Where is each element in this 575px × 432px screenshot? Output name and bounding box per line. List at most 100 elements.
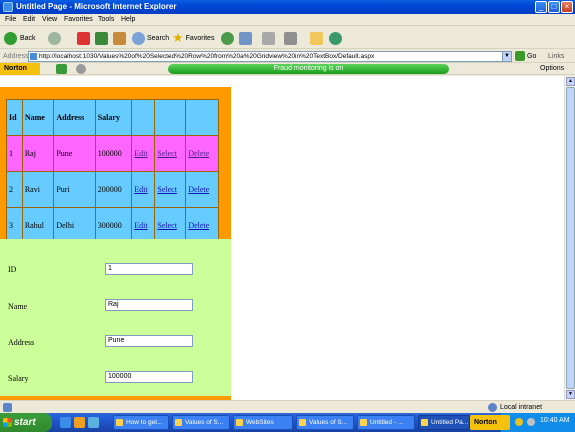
go-arrow-icon <box>515 51 525 61</box>
taskbar-item[interactable]: Untitled - ... <box>357 415 415 430</box>
search-label: Search <box>147 34 170 42</box>
table-row: 2 Ravi Puri 200000 Edit Select Delete <box>6 171 219 208</box>
close-button[interactable]: × <box>561 1 573 13</box>
minimize-button[interactable]: _ <box>535 1 547 13</box>
folder-button[interactable] <box>310 30 323 46</box>
stop-button[interactable] <box>77 30 90 46</box>
tray-norton-icon[interactable] <box>515 418 523 426</box>
back-label: Back <box>20 34 36 42</box>
delete-link[interactable]: Delete <box>188 149 209 158</box>
select-link[interactable]: Select <box>157 185 177 194</box>
header-salary: Salary <box>94 99 133 136</box>
header-id: Id <box>6 99 23 136</box>
mail-button[interactable] <box>239 30 252 46</box>
norton-globe-icon[interactable] <box>76 64 86 74</box>
address-label: Address <box>8 338 35 347</box>
address-textbox[interactable]: Pune <box>105 335 193 347</box>
maximize-button[interactable]: □ <box>548 1 560 13</box>
fraud-monitoring-status: Fraud monitoring is on <box>168 64 449 74</box>
status-bar: Local intranet <box>0 400 575 413</box>
toolbar: Back Search ★ Favorites <box>0 27 575 49</box>
select-link[interactable]: Select <box>157 149 177 158</box>
edit-page-button[interactable] <box>284 30 297 46</box>
zone-label: Local intranet <box>500 404 543 411</box>
home-icon <box>113 31 126 45</box>
details-panel: ID 1 Name Raj Address Pune Salary 100000 <box>0 239 231 400</box>
cell-salary: 200000 <box>94 171 133 208</box>
id-label: ID <box>8 265 17 274</box>
taskbar-item[interactable]: How to get... <box>113 415 169 430</box>
firefox-quicklaunch-icon[interactable] <box>74 417 85 428</box>
page-icon <box>30 53 37 60</box>
header-select <box>154 99 187 136</box>
back-button[interactable]: Back <box>4 30 36 46</box>
edit-link[interactable]: Edit <box>134 185 147 194</box>
cell-name: Raj <box>21 135 55 172</box>
scroll-up-icon[interactable]: ▲ <box>566 77 575 86</box>
name-textbox[interactable]: Raj <box>105 299 193 311</box>
search-icon <box>132 31 145 45</box>
links-button[interactable]: Links <box>548 53 564 60</box>
print-button[interactable] <box>262 30 275 46</box>
menu-tools[interactable]: Tools <box>98 16 114 23</box>
select-link[interactable]: Select <box>157 221 177 230</box>
start-button[interactable]: start <box>0 413 52 432</box>
menu-edit[interactable]: Edit <box>23 16 35 23</box>
edit-link[interactable]: Edit <box>134 149 147 158</box>
cell-address: Puri <box>53 171 96 208</box>
go-button[interactable]: Go <box>515 51 536 61</box>
taskbar-item-active[interactable]: Untitled Pa... <box>418 415 470 430</box>
messenger-icon <box>329 31 342 45</box>
url-text: http://localhost:1030/Values%20of%20Sele… <box>39 53 375 60</box>
menu-help[interactable]: Help <box>121 16 135 23</box>
taskbar-item[interactable]: Values of S... <box>296 415 354 430</box>
history-icon <box>221 31 234 45</box>
clock: 10:40 AM <box>540 417 570 424</box>
back-arrow-icon <box>4 31 17 45</box>
intranet-icon <box>488 403 497 412</box>
menu-bar: File Edit View Favorites Tools Help <box>0 14 575 26</box>
taskbar-item[interactable]: Values of S... <box>172 415 230 430</box>
menu-view[interactable]: View <box>42 16 57 23</box>
taskbar-item[interactable]: WebSites <box>233 415 293 430</box>
menu-file[interactable]: File <box>5 16 16 23</box>
favorites-button[interactable]: ★ Favorites <box>172 30 214 46</box>
stop-icon <box>77 31 90 45</box>
tray-volume-icon[interactable] <box>527 418 535 426</box>
home-button[interactable] <box>113 30 126 46</box>
edit-link[interactable]: Edit <box>134 221 147 230</box>
messenger-button[interactable] <box>329 30 342 46</box>
header-address: Address <box>53 99 96 136</box>
salary-textbox[interactable]: 100000 <box>105 371 193 383</box>
refresh-button[interactable] <box>95 30 108 46</box>
menu-favorites[interactable]: Favorites <box>64 16 93 23</box>
folder-icon <box>310 31 323 45</box>
delete-link[interactable]: Delete <box>188 185 209 194</box>
print-icon <box>262 31 275 45</box>
ie-quicklaunch-icon[interactable] <box>60 417 71 428</box>
id-textbox[interactable]: 1 <box>105 263 193 275</box>
forward-arrow-icon <box>48 31 61 45</box>
norton-toolbar: Norton Fraud monitoring is on Options <box>0 63 575 75</box>
cell-salary: 100000 <box>94 135 133 172</box>
star-icon: ★ <box>172 30 184 45</box>
norton-logo[interactable]: Norton <box>0 63 40 75</box>
address-label: Address <box>3 53 29 60</box>
search-button[interactable]: Search <box>132 30 169 46</box>
norton-options-menu[interactable]: Options <box>540 65 564 72</box>
scroll-thumb[interactable] <box>566 87 575 389</box>
delete-link[interactable]: Delete <box>188 221 209 230</box>
employee-gridview: Id Name Address Salary 1 Raj Pune 100000… <box>6 99 219 244</box>
history-button[interactable] <box>221 30 234 46</box>
norton-safe-icon[interactable] <box>56 64 67 74</box>
address-bar: Address http://localhost:1030/Values%20o… <box>0 50 575 63</box>
norton-taskbar-button[interactable]: Norton <box>470 415 510 430</box>
vertical-scrollbar[interactable]: ▲ ▼ <box>564 76 575 400</box>
forward-button[interactable] <box>48 30 61 46</box>
desktop-quicklaunch-icon[interactable] <box>88 417 99 428</box>
scroll-down-icon[interactable]: ▼ <box>566 390 575 399</box>
cell-name: Ravi <box>21 171 55 208</box>
ie-icon <box>3 2 13 12</box>
address-dropdown-arrow[interactable]: ▼ <box>502 51 512 62</box>
url-input[interactable]: http://localhost:1030/Values%20of%20Sele… <box>28 51 512 62</box>
